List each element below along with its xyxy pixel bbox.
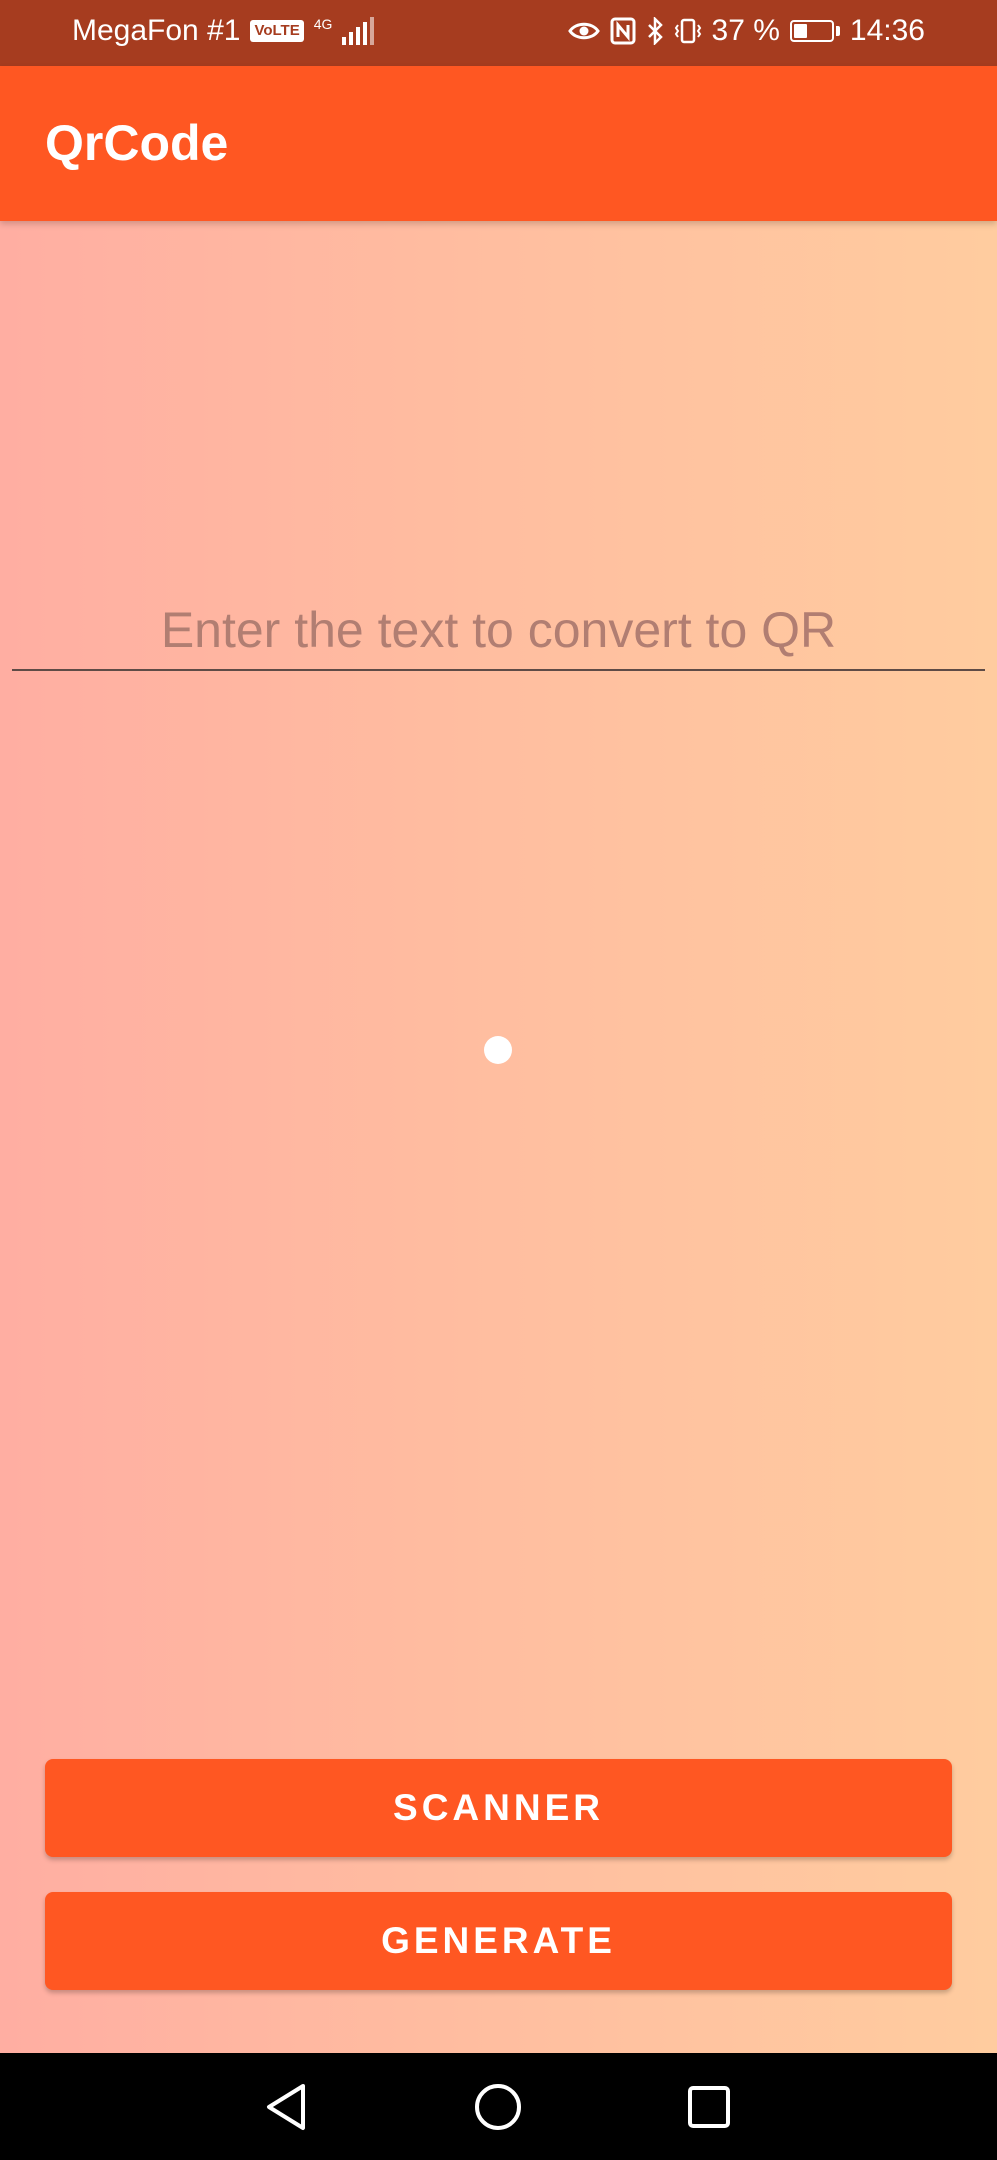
app-bar: QrCode [0, 66, 997, 221]
status-bar: MegaFon #1 VoLTE 4G 37 % 14:36 [0, 0, 997, 66]
vibrate-icon [674, 17, 702, 45]
recents-icon[interactable] [681, 2079, 737, 2135]
app-title: QrCode [45, 115, 229, 171]
eye-icon [567, 20, 600, 42]
qr-text-input[interactable] [12, 591, 985, 671]
back-icon[interactable] [258, 2079, 314, 2135]
status-right: 37 % 14:36 [567, 14, 925, 48]
screen: MegaFon #1 VoLTE 4G 37 % 14:36 QrCode En… [0, 0, 997, 2160]
battery-percent: 37 % [711, 14, 780, 47]
generate-button[interactable]: GENERATE [45, 1892, 952, 1990]
status-left: MegaFon #1 VoLTE 4G [72, 14, 375, 48]
battery-icon [789, 20, 840, 42]
bluetooth-icon [646, 17, 664, 45]
navigation-bar [0, 2053, 997, 2160]
main-content: SCANNER GENERATE [0, 221, 997, 2053]
home-icon[interactable] [470, 2079, 526, 2135]
clock: 14:36 [849, 14, 925, 47]
scanner-button[interactable]: SCANNER [45, 1759, 952, 1857]
network-type: 4G [313, 16, 333, 32]
nfc-icon [610, 17, 636, 45]
progress-indicator [484, 1036, 512, 1064]
carrier-name: MegaFon #1 [72, 14, 241, 47]
signal-icon [342, 17, 375, 45]
volte-badge: VoLTE [250, 20, 304, 42]
